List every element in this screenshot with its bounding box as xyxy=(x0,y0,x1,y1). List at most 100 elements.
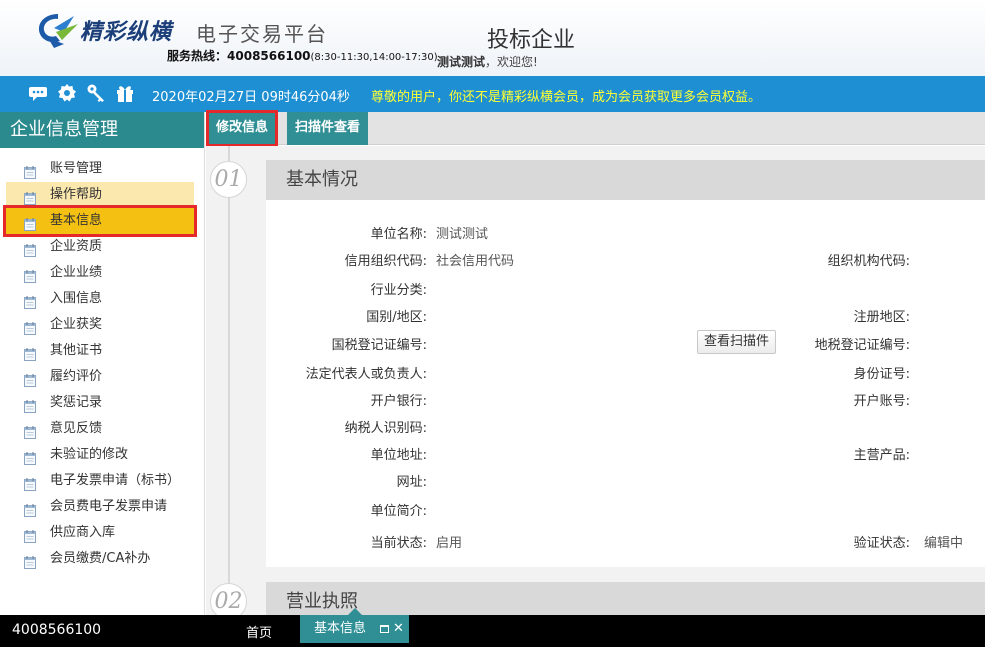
settings-icon[interactable] xyxy=(57,83,77,103)
timeline-line xyxy=(228,146,230,615)
notebook-icon xyxy=(24,397,36,413)
footer-open-tab-label: 基本信息 xyxy=(314,621,367,636)
view-scan-button[interactable]: 查看扫描件 xyxy=(697,330,777,354)
notebook-icon xyxy=(24,215,36,231)
sidebar-item-label: 履约评价 xyxy=(50,369,103,384)
hotline-number: 4008566100 xyxy=(227,49,311,63)
notebook-icon xyxy=(24,527,36,543)
notebook-icon xyxy=(24,553,36,569)
taxpayer-label: 纳税人识别码: xyxy=(344,421,427,436)
basic-info-heading: 基本情况 xyxy=(266,160,985,200)
membership-notice[interactable]: 尊敬的用户，你还不是精彩纵横会员，成为会员获取更多会员权益。 xyxy=(371,86,761,105)
brand-logo-icon xyxy=(34,10,80,50)
sidebar-item-help[interactable]: 操作帮助 xyxy=(6,182,194,208)
notebook-icon xyxy=(24,163,36,179)
notebook-icon xyxy=(24,319,36,335)
status-label: 当前状态: xyxy=(370,536,427,551)
brand-subtitle: 电子交易平台 xyxy=(196,22,328,46)
account-label: 开户账号: xyxy=(853,394,910,409)
sidebar-item-basic-info[interactable]: 基本信息 xyxy=(3,205,197,237)
window-restore-icon[interactable] xyxy=(380,625,389,633)
intro-label: 单位简介: xyxy=(370,504,427,519)
verify-label: 验证状态: xyxy=(853,536,910,551)
brand-name: 精彩纵横 xyxy=(80,20,173,45)
sidebar-item-label: 企业业绩 xyxy=(50,265,103,280)
sidebar: 企业信息管理 账号管理 操作帮助 基本信息 企业资质 企业业绩 入围信息 企业获… xyxy=(0,112,205,615)
welcome-text: ，欢迎您! xyxy=(485,55,538,69)
footer-phone: 4008566100 xyxy=(12,622,102,638)
verify-value: 编辑中 xyxy=(924,536,964,551)
sidebar-item-label: 基本信息 xyxy=(50,213,103,228)
main-content: 01 基本情况 单位名称: 测试测试 信用组织代码: 社会信用代码 组织机构代码… xyxy=(206,146,985,615)
sidebar-item-label: 会员费电子发票申请 xyxy=(50,499,168,514)
sidebar-item-label: 供应商入库 xyxy=(50,525,116,540)
datetime-display: 2020年02月27日 09时46分04秒 xyxy=(152,90,350,105)
notebook-icon xyxy=(24,267,36,283)
welcome-message: 测试测试，欢迎您! xyxy=(437,53,538,70)
basic-info-panel: 基本情况 单位名称: 测试测试 信用组织代码: 社会信用代码 组织机构代码: 行… xyxy=(266,160,985,567)
business-license-heading: 营业执照 xyxy=(266,582,985,615)
tab-view-scans[interactable]: 扫描件查看 xyxy=(287,112,369,145)
gift-icon[interactable] xyxy=(115,83,135,103)
sidebar-item-qualification[interactable]: 企业资质 xyxy=(6,234,194,260)
notebook-icon xyxy=(24,475,36,491)
website-label: 网址: xyxy=(396,475,427,490)
footer-open-tab[interactable]: 基本信息 ✕ xyxy=(300,608,409,643)
legal-rep-label: 法定代表人或负责人: xyxy=(305,367,427,382)
notebook-icon xyxy=(24,345,36,361)
sidebar-item-awards[interactable]: 企业获奖 xyxy=(6,312,194,338)
sidebar-menu: 账号管理 操作帮助 基本信息 企业资质 企业业绩 入围信息 企业获奖 其他证书 … xyxy=(0,148,204,572)
page-title: 投标企业 xyxy=(487,28,576,53)
key-icon[interactable] xyxy=(86,83,106,103)
sidebar-item-performance[interactable]: 企业业绩 xyxy=(6,260,194,286)
sidebar-item-unverified-changes[interactable]: 未验证的修改 xyxy=(6,442,194,468)
unit-name-value: 测试测试 xyxy=(436,227,489,242)
bottom-bar: 4008566100 首页 基本信息 ✕ xyxy=(0,608,985,647)
welcome-user: 测试测试 xyxy=(437,55,486,69)
sidebar-item-other-certificates[interactable]: 其他证书 xyxy=(6,338,194,364)
sidebar-item-supplier-registration[interactable]: 供应商入库 xyxy=(6,520,194,546)
sidebar-item-account[interactable]: 账号管理 xyxy=(6,156,194,182)
id-number-label: 身份证号: xyxy=(853,367,910,382)
main-product-label: 主营产品: xyxy=(853,448,910,463)
notebook-icon xyxy=(24,241,36,257)
sidebar-item-einvoice-membership[interactable]: 会员费电子发票申请 xyxy=(6,494,194,520)
footer-home-link[interactable]: 首页 xyxy=(246,622,272,641)
sidebar-item-label: 企业获奖 xyxy=(50,317,103,332)
sidebar-item-performance-evaluation[interactable]: 履约评价 xyxy=(6,364,194,390)
message-icon[interactable] xyxy=(28,83,48,103)
site-header: 精彩纵横 电子交易平台 服务热线：4008566100(8:30-11:30,1… xyxy=(0,0,985,76)
credit-code-value: 社会信用代码 xyxy=(436,254,515,269)
hotline-hours: (8:30-11:30,14:00-17:30) xyxy=(310,52,438,63)
credit-code-label: 信用组织代码: xyxy=(344,254,427,269)
sidebar-item-label: 意见反馈 xyxy=(50,421,103,436)
sidebar-item-label: 操作帮助 xyxy=(50,187,103,202)
industry-label: 行业分类: xyxy=(370,283,427,298)
notebook-icon xyxy=(24,293,36,309)
sidebar-title: 企业信息管理 xyxy=(0,112,204,148)
step-number-02: 02 xyxy=(210,583,247,615)
sidebar-item-label: 入围信息 xyxy=(50,291,103,306)
sidebar-item-label: 账号管理 xyxy=(50,161,103,176)
sidebar-item-membership-ca[interactable]: 会员缴费/CA补办 xyxy=(6,546,194,572)
close-icon[interactable]: ✕ xyxy=(393,615,404,643)
org-code-label: 组织机构代码: xyxy=(827,254,910,269)
notebook-icon xyxy=(24,449,36,465)
notebook-icon xyxy=(24,371,36,387)
sidebar-item-einvoice-tender[interactable]: 电子发票申请（标书） xyxy=(6,468,194,494)
sidebar-item-feedback[interactable]: 意见反馈 xyxy=(6,416,194,442)
tab-bar: 修改信息 扫描件查看 xyxy=(205,110,985,147)
notebook-icon xyxy=(24,423,36,439)
business-license-panel: 营业执照 xyxy=(266,582,985,615)
sidebar-item-label: 企业资质 xyxy=(50,239,103,254)
sidebar-item-rewards-penalties[interactable]: 奖惩记录 xyxy=(6,390,194,416)
unit-name-label: 单位名称: xyxy=(370,227,427,242)
local-tax-label: 地税登记证编号: xyxy=(814,338,910,353)
tab-edit-info[interactable]: 修改信息 xyxy=(205,110,279,147)
national-tax-label: 国税登记证编号: xyxy=(331,338,427,353)
sidebar-item-label: 奖惩记录 xyxy=(50,395,103,410)
top-toolbar: 2020年02月27日 09时46分04秒 尊敬的用户，你还不是精彩纵横会员，成… xyxy=(0,76,985,112)
reg-area-label: 注册地区: xyxy=(853,310,910,325)
hotline: 服务热线：4008566100(8:30-11:30,14:00-17:30) xyxy=(167,47,438,64)
sidebar-item-shortlist[interactable]: 入围信息 xyxy=(6,286,194,312)
